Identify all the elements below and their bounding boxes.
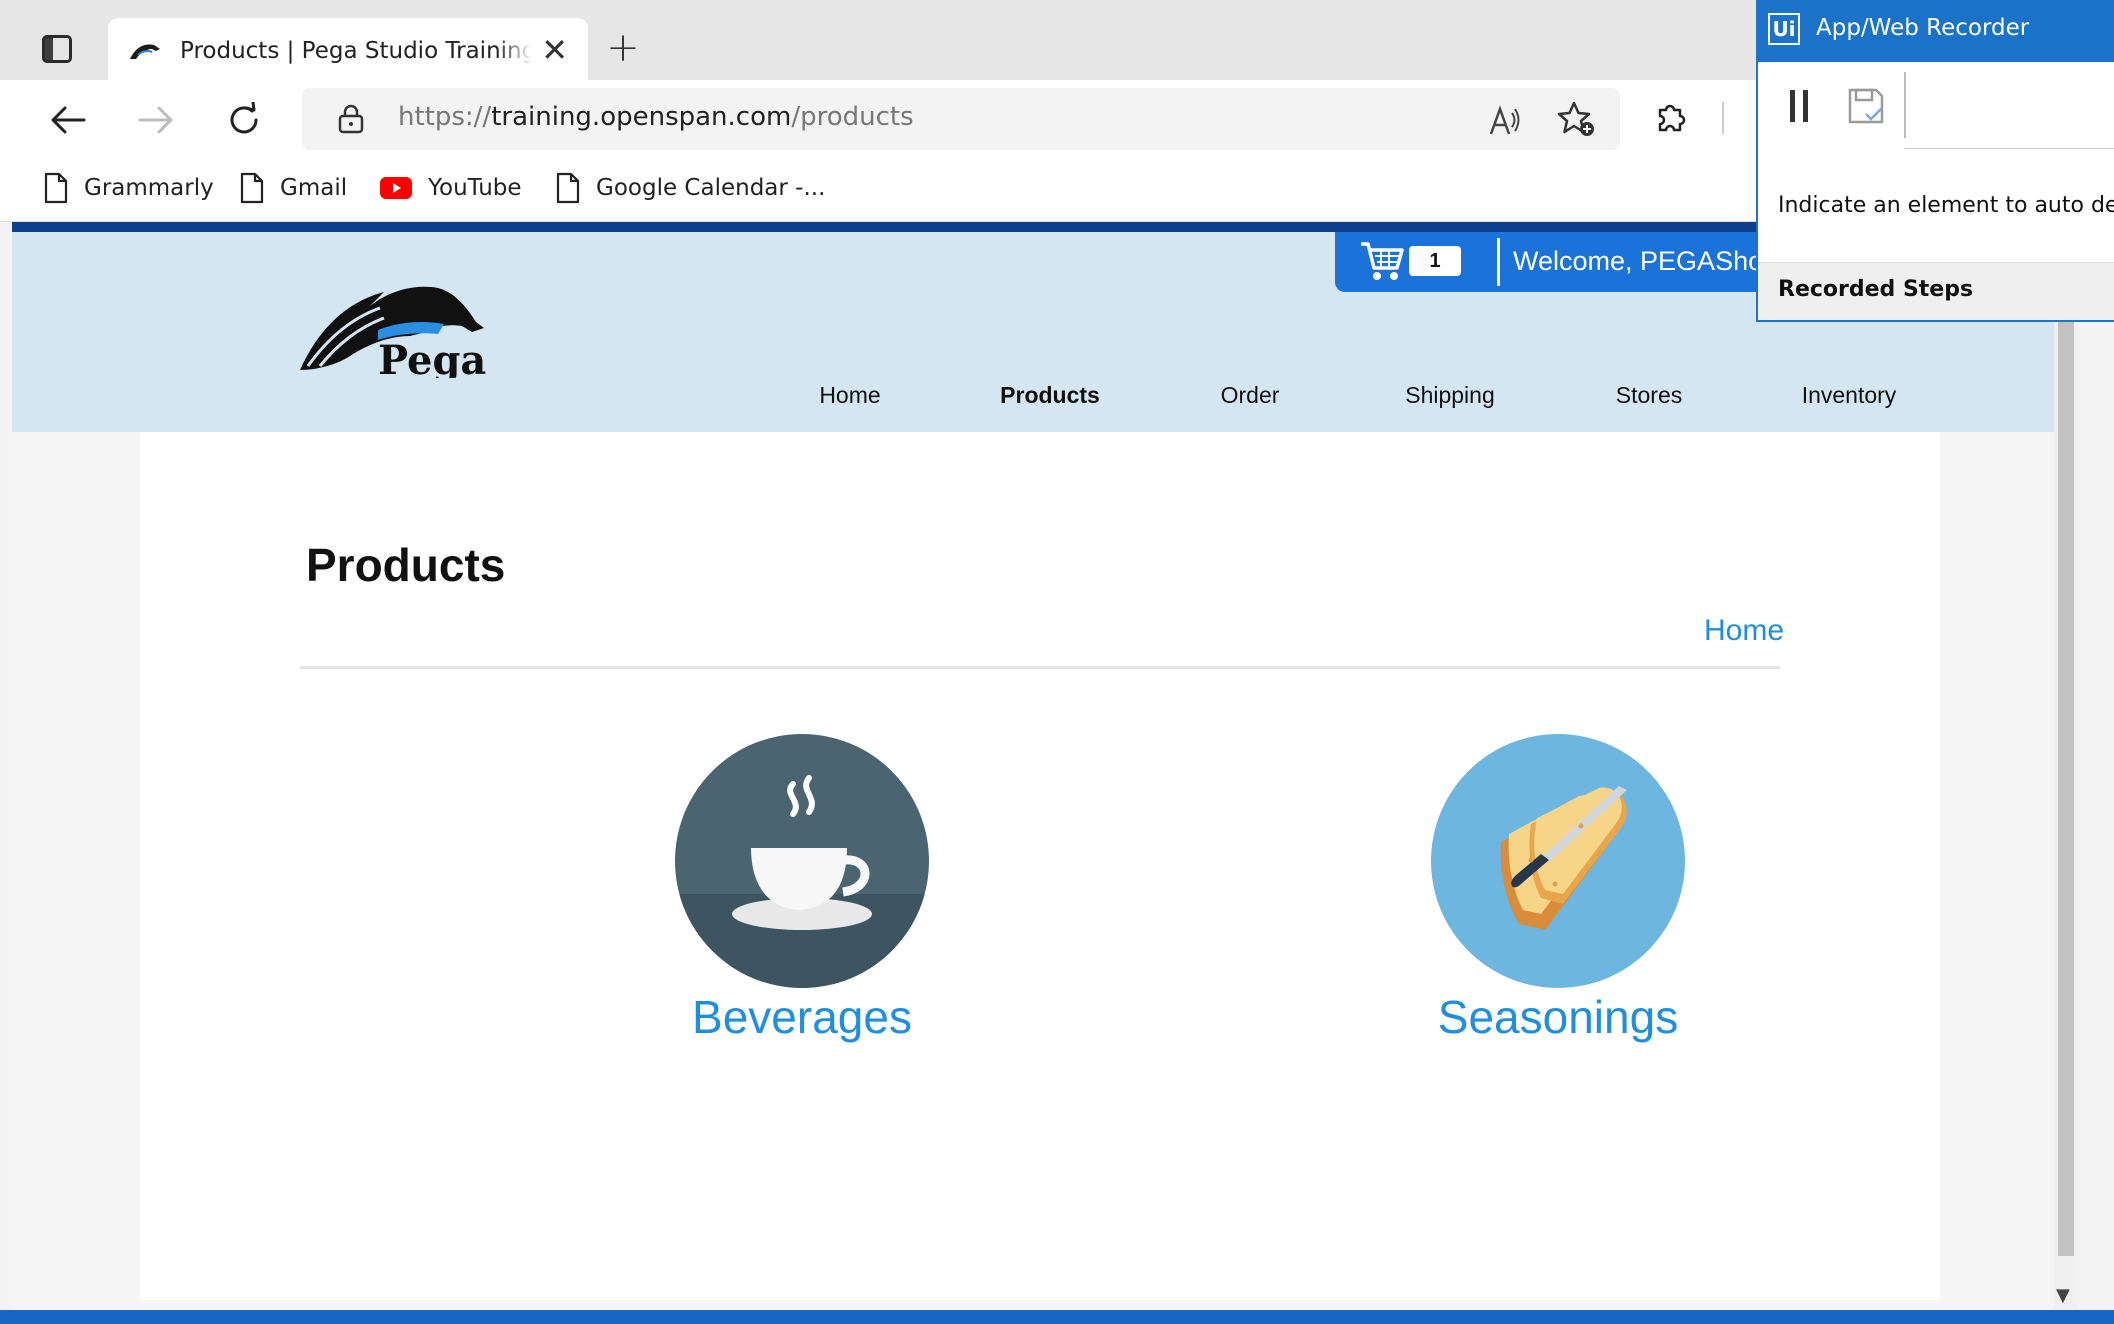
nav-inventory[interactable]: Inventory xyxy=(1802,382,1897,409)
add-favorite-icon[interactable] xyxy=(1556,100,1596,138)
bookmark-google-calendar[interactable]: Google Calendar -... xyxy=(556,168,825,208)
new-tab-button[interactable]: + xyxy=(600,26,646,72)
refresh-icon xyxy=(230,102,258,134)
recorder-toolbar-divider xyxy=(1904,72,1906,138)
lock-icon[interactable] xyxy=(338,104,364,134)
main-nav: Home Products Order Shipping Stores Inve… xyxy=(12,382,2066,422)
save-icon[interactable] xyxy=(1846,86,1886,126)
recorded-steps-section[interactable]: Recorded Steps xyxy=(1758,262,2114,320)
bookmark-youtube[interactable]: YouTube xyxy=(380,168,522,208)
bookmark-label: Grammarly xyxy=(84,175,214,201)
recorder-panel: Ui App/Web Recorder Indicate an element … xyxy=(1756,0,2114,322)
pega-logo[interactable]: Pega xyxy=(298,282,514,378)
pause-icon[interactable] xyxy=(1786,86,1814,126)
page-title: Products xyxy=(306,539,506,591)
scrollbar-thumb[interactable] xyxy=(2058,222,2074,1256)
tab-title: Products | Pega Studio Training W xyxy=(180,38,532,64)
pega-favicon-icon xyxy=(130,44,160,59)
bookmark-label: YouTube xyxy=(428,175,522,201)
cart-divider xyxy=(1497,238,1500,286)
nav-stores[interactable]: Stores xyxy=(1616,382,1682,409)
refresh-button[interactable] xyxy=(216,92,272,148)
url-host: training.openspan.com xyxy=(491,102,792,132)
url-path: /products xyxy=(791,102,914,132)
category-seasonings[interactable]: Seasonings xyxy=(1348,734,1768,1044)
coffee-cup-icon[interactable] xyxy=(675,734,929,988)
tab-actions-icon xyxy=(42,35,72,63)
recorder-hint-text: Indicate an element to auto detect xyxy=(1778,193,2114,218)
url-text[interactable]: https://training.openspan.com/products xyxy=(398,102,914,132)
tab-actions-button[interactable] xyxy=(34,28,80,70)
nav-shipping[interactable]: Shipping xyxy=(1405,382,1495,409)
category-beverages[interactable]: Beverages xyxy=(592,734,1012,1044)
recorded-steps-label: Recorded Steps xyxy=(1778,277,1974,302)
youtube-icon xyxy=(380,177,412,199)
bookmark-grammarly[interactable]: Grammarly xyxy=(44,168,214,208)
shopping-cart-icon[interactable] xyxy=(1359,240,1405,282)
nav-products[interactable]: Products xyxy=(1000,382,1100,409)
bread-knife-icon[interactable] xyxy=(1431,734,1685,988)
forward-button[interactable] xyxy=(128,92,184,148)
bookmark-gmail[interactable]: Gmail xyxy=(240,168,347,208)
nav-order[interactable]: Order xyxy=(1221,382,1280,409)
extensions-icon[interactable] xyxy=(1652,100,1688,136)
breadcrumb-home-link[interactable]: Home xyxy=(1704,614,1784,648)
back-button[interactable] xyxy=(40,92,96,148)
title-divider xyxy=(300,666,1780,669)
forward-arrow-icon xyxy=(138,106,173,134)
toolbar-divider xyxy=(1722,102,1724,134)
read-aloud-icon[interactable] xyxy=(1488,104,1522,138)
tab-products[interactable]: Products | Pega Studio Training W ✕ xyxy=(108,18,588,84)
page-icon xyxy=(44,172,68,204)
page-scrollbar[interactable]: ▼ xyxy=(2054,222,2078,1310)
bookmark-label: Google Calendar -... xyxy=(596,175,826,201)
scroll-down-icon[interactable]: ▼ xyxy=(2056,1285,2070,1306)
page-icon xyxy=(556,172,580,204)
recorder-title: App/Web Recorder xyxy=(1816,15,2030,41)
category-label[interactable]: Seasonings xyxy=(1348,990,1768,1044)
content-card: Products Home Beverages Seasonings xyxy=(140,432,1940,1300)
nav-home[interactable]: Home xyxy=(819,382,880,409)
close-tab-icon[interactable]: ✕ xyxy=(541,34,568,66)
category-label[interactable]: Beverages xyxy=(592,990,1012,1044)
cart-count-badge[interactable]: 1 xyxy=(1409,246,1461,276)
back-arrow-icon xyxy=(51,106,86,134)
bookmark-label: Gmail xyxy=(280,175,348,201)
recorder-toolbar-rule xyxy=(1904,148,2114,149)
logo-text: Pega xyxy=(378,337,486,378)
page-viewport: Pega 1 Welcome, PEGAShopper Home Product… xyxy=(12,222,2066,1310)
recorder-title-bar[interactable]: Ui App/Web Recorder xyxy=(1758,0,2114,62)
address-bar[interactable]: https://training.openspan.com/products xyxy=(302,88,1620,150)
page-icon xyxy=(240,172,264,204)
uipath-logo-icon: Ui xyxy=(1768,13,1800,45)
url-scheme: https:// xyxy=(398,102,492,132)
